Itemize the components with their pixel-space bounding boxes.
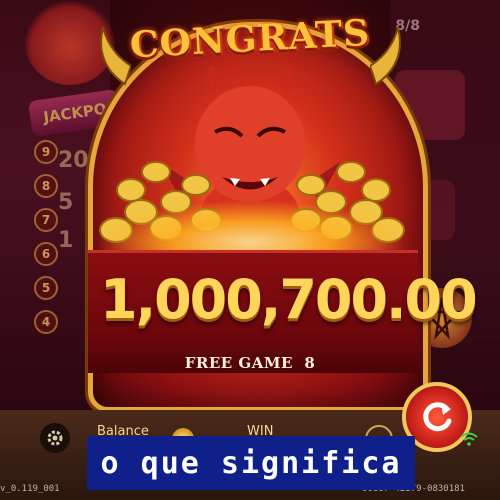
win-amount: 1,000,700.00	[100, 268, 478, 331]
payline-number: 8	[34, 174, 58, 198]
side-payout-value: 1	[58, 228, 74, 253]
payline-number: 6	[34, 242, 58, 266]
payline-numbers: 9 8 7 6 5 4	[34, 140, 58, 344]
payline-number: 5	[34, 276, 58, 300]
side-payout-value: 5	[58, 190, 74, 215]
wifi-icon	[460, 432, 478, 446]
version-text: v_0.119_001	[0, 484, 60, 494]
payline-number: 9	[34, 140, 58, 164]
payline-number: 7	[34, 208, 58, 232]
free-game-label: FREE GAME	[184, 354, 293, 372]
game-screen: JACKPO 9 8 7 6 5 4 200 5 1 8/8 CONGRATS	[0, 0, 500, 500]
settings-icon	[47, 430, 63, 446]
free-game-count: 8	[304, 354, 316, 372]
payline-number: 4	[34, 310, 58, 334]
spin-icon	[423, 402, 452, 432]
settings-button[interactable]	[40, 423, 70, 453]
caption-overlay: o que significa	[87, 436, 415, 490]
free-game-counter: FREE GAME 8	[100, 354, 400, 372]
